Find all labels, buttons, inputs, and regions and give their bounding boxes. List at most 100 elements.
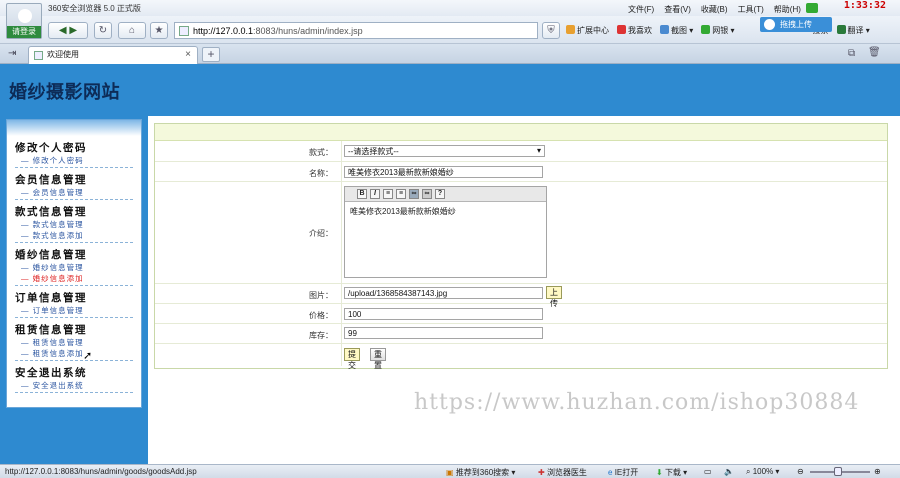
trash-icon[interactable]: 🗑 — [868, 47, 881, 58]
zoom-in-icon[interactable]: ⊕ — [874, 467, 881, 476]
restore-window-icon[interactable]: ⧉ — [848, 48, 855, 59]
home-button[interactable]: ⌂ — [118, 22, 146, 39]
menu-view[interactable]: 查看(V) — [664, 4, 691, 15]
style-select[interactable]: --请选择款式-- — [344, 145, 545, 157]
bold-icon[interactable]: B — [357, 189, 367, 199]
status-zoom[interactable]: ⌕ 100% ▾ — [746, 467, 779, 477]
upload-button[interactable]: 上传 — [546, 286, 562, 308]
tool-bank[interactable]: 网银 ▾ — [701, 25, 735, 36]
tool-screenshot[interactable]: 截图 ▾ — [660, 25, 693, 36]
menu-section-title[interactable]: 款式信息管理 — [15, 206, 133, 219]
menu-section-title[interactable]: 租赁信息管理 — [15, 324, 133, 337]
unordered-list-icon[interactable]: ≡ — [396, 189, 406, 199]
tab-title: 欢迎使用 — [47, 50, 79, 59]
menu-section: 修改个人密码 — 修改个人密码 — [7, 142, 141, 168]
tab-page-icon — [34, 51, 43, 60]
editor-content[interactable]: 唯美修衣2013最新款新娘婚纱 — [345, 202, 546, 221]
back-arrow-icon[interactable]: ◀ — [59, 25, 67, 36]
image-path-input[interactable]: /upload/1368584387143.jpg — [344, 287, 543, 299]
help-icon[interactable]: ? — [435, 189, 445, 199]
forward-arrow-icon[interactable]: ▶ — [69, 25, 77, 36]
avatar-icon — [18, 9, 32, 23]
status-monitor-icon[interactable]: ▭ — [704, 467, 712, 476]
menu-link[interactable]: — 婚纱信息添加 — [15, 273, 133, 284]
menu-section-title[interactable]: 安全退出系统 — [15, 367, 133, 380]
menu-divider — [15, 360, 133, 361]
doctor-icon: ✚ — [538, 468, 545, 477]
editor-toolbar: B I ≡ ≡ ∞ ∞ ? — [345, 187, 546, 202]
tab-welcome[interactable]: 欢迎使用 × — [28, 46, 198, 64]
browser-title: 360安全浏览器 5.0 正式版 — [48, 4, 141, 13]
menu-section-title[interactable]: 会员信息管理 — [15, 174, 133, 187]
menu-link[interactable]: — 款式信息添加 — [15, 230, 133, 241]
menu-file[interactable]: 文件(F) — [628, 4, 654, 15]
drag-upload-button[interactable]: 拖拽上传 — [760, 17, 832, 32]
bank-icon — [701, 25, 711, 34]
menu-favorites[interactable]: 收藏(B) — [701, 4, 728, 15]
stock-row: 库存： 99 — [155, 324, 887, 344]
tool-extension-center[interactable]: 扩展中心 — [566, 25, 609, 36]
price-input[interactable]: 100 — [344, 308, 543, 320]
status-volume-icon[interactable]: 🔈 — [724, 467, 734, 476]
status-doctor[interactable]: ✚ 浏览器医生 — [538, 467, 587, 478]
menu-section-title[interactable]: 修改个人密码 — [15, 142, 133, 155]
menu-divider — [15, 199, 133, 200]
italic-icon[interactable]: I — [370, 189, 380, 199]
user-avatar[interactable]: 请登录 — [6, 3, 42, 39]
watermark: https://www.huzhan.com/ishop30884 — [414, 390, 860, 415]
page-icon — [179, 26, 189, 36]
price-row: 价格： 100 — [155, 304, 887, 324]
menu-link[interactable]: — 租赁信息添加 — [15, 348, 133, 359]
back-forward-button[interactable]: ◀ ▶ — [48, 22, 88, 39]
ordered-list-icon[interactable]: ≡ — [383, 189, 393, 199]
menu-link[interactable]: — 安全退出系统 — [15, 380, 133, 391]
tool-translate[interactable]: 翻译 ▾ — [836, 25, 870, 36]
menu-link[interactable]: — 会员信息管理 — [15, 187, 133, 198]
rich-text-editor[interactable]: B I ≡ ≡ ∞ ∞ ? 唯美修衣2013最新款新娘婚纱 — [344, 186, 547, 278]
shield-button[interactable]: ⛨ — [542, 22, 560, 39]
zoom-out-icon[interactable]: ⊖ — [797, 467, 804, 476]
menu-link[interactable]: — 婚纱信息管理 — [15, 262, 133, 273]
mouse-cursor-icon: ➚ — [83, 350, 93, 362]
close-tab-icon[interactable]: × — [185, 47, 191, 63]
skin-icon[interactable] — [806, 3, 818, 13]
menu-divider — [15, 392, 133, 393]
submit-button[interactable]: 提交 — [344, 348, 360, 370]
menu-sections: 修改个人密码 — 修改个人密码 会员信息管理 — 会员信息管理 款式信息管理 — 款式信息… — [7, 142, 141, 393]
favorite-star-button[interactable]: ★ — [150, 22, 168, 39]
reset-button[interactable]: 重置 — [370, 348, 386, 370]
name-input[interactable]: 唯美修衣2013最新款新娘婚纱 — [344, 166, 543, 178]
price-label: 价格： — [309, 311, 333, 320]
address-text[interactable]: http://127.0.0.1:8083/huns/admin/index.j… — [193, 26, 363, 36]
status-download[interactable]: ⬇ 下载 ▾ — [656, 467, 687, 478]
menu-link[interactable]: — 订单信息管理 — [15, 305, 133, 316]
new-tab-button[interactable]: + — [202, 47, 220, 62]
login-button[interactable]: 请登录 — [7, 26, 41, 38]
menu-help[interactable]: 帮助(H) — [774, 4, 801, 15]
menu-link[interactable]: — 款式信息管理 — [15, 219, 133, 230]
sidebar-toggle-icon[interactable]: ⇥ — [8, 48, 20, 59]
form-header — [155, 124, 887, 141]
link-icon[interactable]: ∞ — [409, 189, 419, 199]
site-title: 婚纱摄影网站 — [9, 82, 120, 103]
menu-link[interactable]: — 租赁信息管理 — [15, 337, 133, 348]
image-row: 图片： /upload/1368584387143.jpg 上传 — [155, 284, 887, 308]
status-url: http://127.0.0.1:8083/huns/admin/goods/g… — [5, 467, 197, 476]
tool-like[interactable]: 我喜欢 — [617, 25, 652, 36]
goods-form: 款式： --请选择款式-- 名称： 唯美修衣2013最新款新娘婚纱 介绍： B … — [154, 123, 888, 370]
refresh-button[interactable]: ↻ — [94, 22, 112, 39]
menu-section-title[interactable]: 婚纱信息管理 — [15, 249, 133, 262]
actions-row: 提交 重置 — [155, 344, 887, 370]
name-label: 名称： — [309, 169, 333, 178]
zoom-slider-handle[interactable] — [834, 467, 842, 476]
stock-input[interactable]: 99 — [344, 327, 543, 339]
address-bar[interactable]: http://127.0.0.1:8083/huns/admin/index.j… — [174, 22, 538, 39]
zoom-icon: ⌕ — [746, 467, 751, 476]
clock: 1:33:32 — [843, 0, 886, 11]
menu-link[interactable]: — 修改个人密码 — [15, 155, 133, 166]
menu-tools[interactable]: 工具(T) — [738, 4, 764, 15]
status-recommend[interactable]: ▣ 推荐到360搜索 ▾ — [446, 467, 515, 478]
unlink-icon[interactable]: ∞ — [422, 189, 432, 199]
status-ie-open[interactable]: e IE打开 — [608, 467, 638, 478]
menu-section-title[interactable]: 订单信息管理 — [15, 292, 133, 305]
